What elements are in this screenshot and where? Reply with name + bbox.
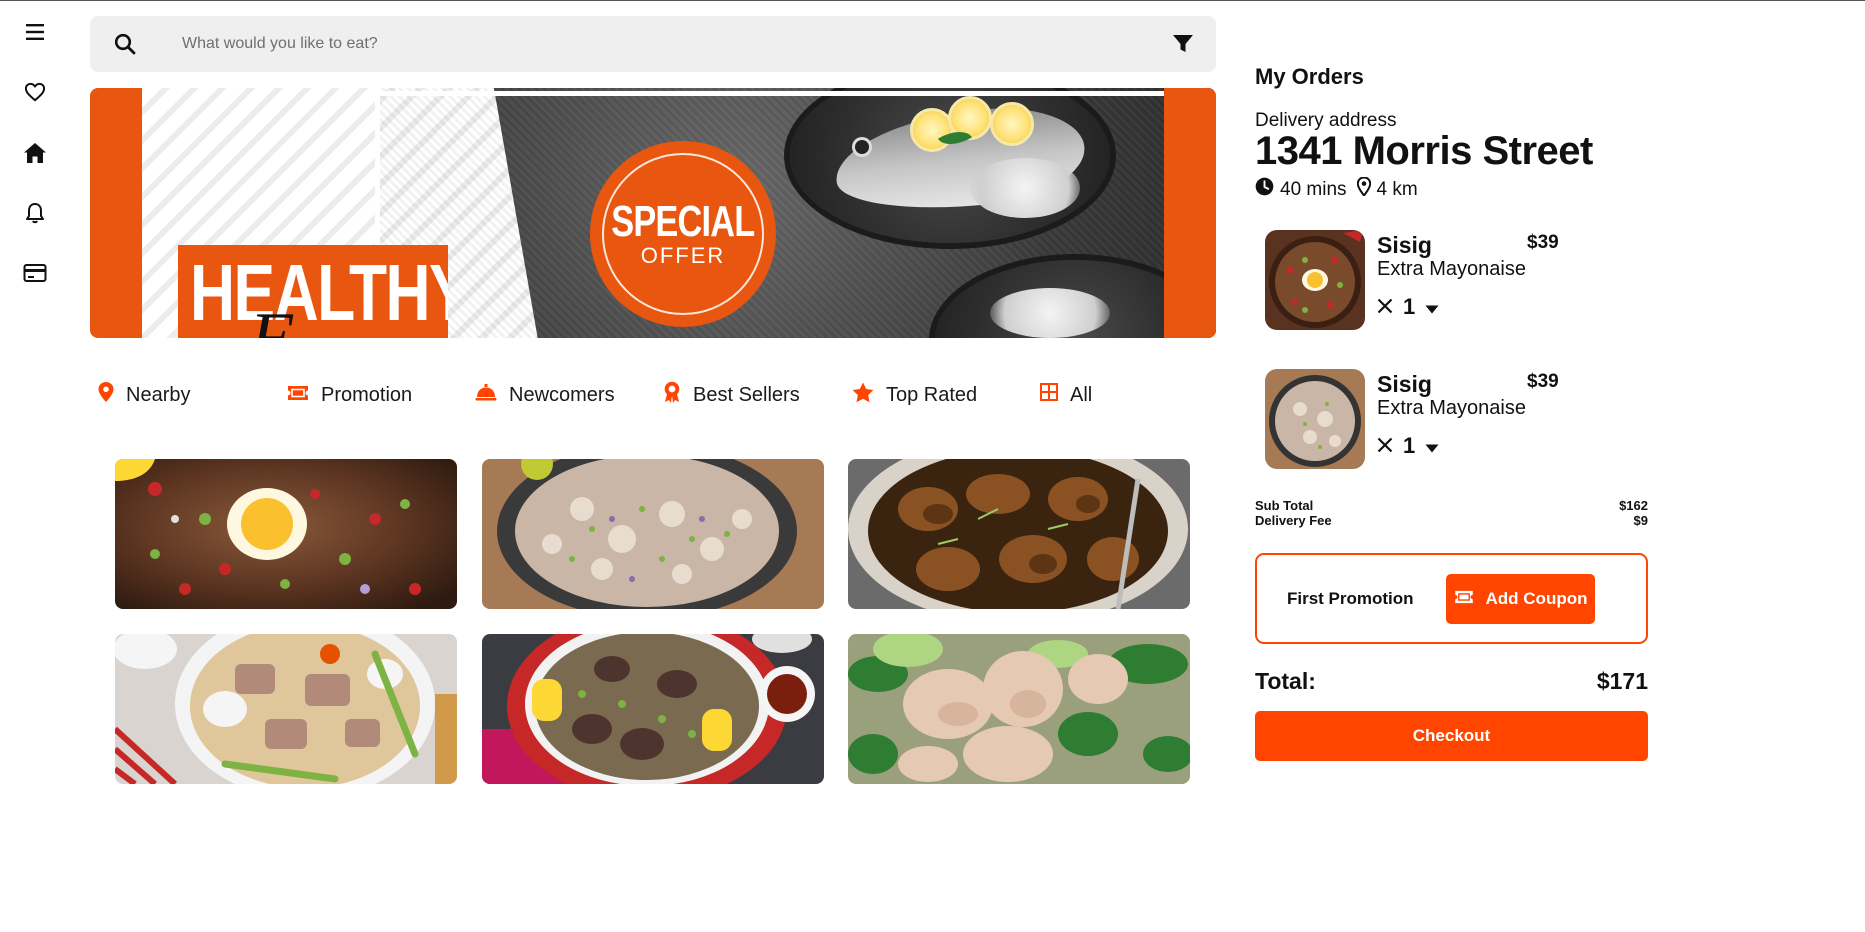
order-item-thumbnail — [1265, 369, 1365, 469]
search-bar — [90, 16, 1216, 72]
food-tile-sinigang[interactable] — [115, 634, 457, 784]
filter-icon[interactable] — [1172, 34, 1194, 59]
total-value: $171 — [1596, 668, 1648, 694]
caret-down-icon[interactable] — [1425, 294, 1439, 320]
food-image — [482, 634, 824, 784]
category-top-rated[interactable]: Top Rated — [852, 377, 977, 413]
order-item-name: Sisig — [1377, 232, 1432, 258]
food-image — [848, 634, 1190, 784]
food-image — [115, 459, 457, 609]
order-item: Sisig $39 Extra Mayonaise 1 — [1265, 230, 1650, 335]
food-tile-sisig[interactable] — [115, 459, 457, 609]
service-bell-icon — [475, 383, 497, 407]
order-item-option: Extra Mayonaise — [1377, 258, 1526, 280]
total-label: Total: — [1255, 668, 1316, 694]
healthy-label: HEALTHY — [178, 245, 448, 338]
order-item-price: $39 — [1527, 232, 1559, 253]
award-icon — [663, 381, 681, 409]
category-label: Nearby — [126, 383, 191, 406]
banner-frame — [375, 91, 1216, 338]
remove-item-icon[interactable] — [1377, 433, 1393, 459]
sidebar — [0, 1, 72, 932]
search-icon[interactable] — [114, 33, 136, 60]
category-best-sellers[interactable]: Best Sellers — [663, 377, 800, 413]
order-item-name: Sisig — [1377, 371, 1432, 397]
orders-panel: My Orders Delivery address 1341 Morris S… — [1255, 1, 1650, 932]
subtotal-value: $162 — [1619, 498, 1648, 513]
offer-text: OFFER — [640, 243, 726, 268]
grid-icon — [1040, 383, 1058, 407]
category-label: Best Sellers — [693, 383, 800, 406]
food-tile-adobo[interactable] — [848, 459, 1190, 609]
delivery-address: 1341 Morris Street — [1255, 129, 1593, 173]
delivery-time: 40 mins — [1280, 178, 1347, 200]
orders-title: My Orders — [1255, 64, 1364, 89]
promotion-label: First Promotion — [1287, 589, 1414, 608]
special-offer-badge: SPECIAL OFFER — [590, 141, 776, 327]
order-item-price: $39 — [1527, 371, 1559, 392]
caret-down-icon[interactable] — [1425, 433, 1439, 459]
clock-icon — [1255, 177, 1274, 202]
category-bar: Nearby Promotion Newcomers Best Sellers … — [90, 377, 1216, 413]
search-input[interactable] — [182, 28, 1002, 60]
category-label: Top Rated — [886, 383, 978, 406]
ticket-icon — [287, 384, 309, 407]
star-icon — [852, 382, 874, 409]
quantity-selector[interactable]: 1 — [1377, 433, 1439, 459]
delivery-fee-label: Delivery Fee — [1255, 513, 1332, 528]
checkout-button[interactable]: Checkout — [1255, 711, 1648, 761]
special-text: SPECIAL — [611, 197, 755, 246]
category-all[interactable]: All — [1040, 377, 1092, 413]
category-label: Newcomers — [509, 383, 615, 406]
map-pin-icon — [1356, 176, 1371, 202]
promo-banner[interactable]: SPECIAL OFFER HEALTHY F — [90, 88, 1216, 338]
order-item-thumbnail — [1265, 230, 1365, 330]
order-summary: Sub Total $162 Delivery Fee $9 — [1255, 498, 1648, 528]
add-coupon-button[interactable]: Add Coupon — [1446, 574, 1595, 624]
delivery-fee-value: $9 — [1633, 513, 1648, 528]
food-tile-pork[interactable] — [482, 459, 824, 609]
credit-card-icon[interactable] — [20, 258, 50, 288]
category-label: Promotion — [321, 383, 413, 406]
order-item: Sisig $39 Extra Mayonaise 1 — [1265, 369, 1650, 474]
quantity-selector[interactable]: 1 — [1377, 294, 1439, 320]
food-image — [482, 459, 824, 609]
quantity-value: 1 — [1403, 294, 1416, 319]
ticket-icon — [1454, 589, 1474, 609]
quantity-value: 1 — [1403, 433, 1416, 458]
bell-icon[interactable] — [20, 198, 50, 228]
heart-icon[interactable] — [20, 77, 50, 107]
category-label: All — [1070, 383, 1093, 406]
order-total: Total: $171 — [1255, 668, 1648, 695]
category-promotion[interactable]: Promotion — [287, 377, 412, 413]
delivery-distance: 4 km — [1376, 178, 1418, 200]
food-tile-bulalo[interactable] — [482, 634, 824, 784]
home-icon[interactable] — [20, 138, 50, 168]
remove-item-icon[interactable] — [1377, 294, 1393, 320]
category-nearby[interactable]: Nearby — [98, 377, 190, 413]
menu-icon[interactable] — [20, 17, 50, 47]
subtotal-label: Sub Total — [1255, 498, 1314, 513]
healthy-text: HEALTHY — [190, 248, 448, 337]
food-image — [848, 459, 1190, 609]
banner-script-letter: F — [250, 299, 293, 338]
location-pin-icon — [98, 382, 114, 408]
order-item-option: Extra Mayonaise — [1377, 397, 1526, 419]
promotion-box: First Promotion Add Coupon — [1255, 553, 1648, 644]
delivery-meta: 40 mins 4 km — [1255, 176, 1418, 202]
add-coupon-label: Add Coupon — [1485, 589, 1588, 608]
category-newcomers[interactable]: Newcomers — [475, 377, 615, 413]
food-tile-tinola[interactable] — [848, 634, 1190, 784]
banner-orange-edge — [1164, 88, 1216, 338]
food-image — [115, 634, 457, 784]
